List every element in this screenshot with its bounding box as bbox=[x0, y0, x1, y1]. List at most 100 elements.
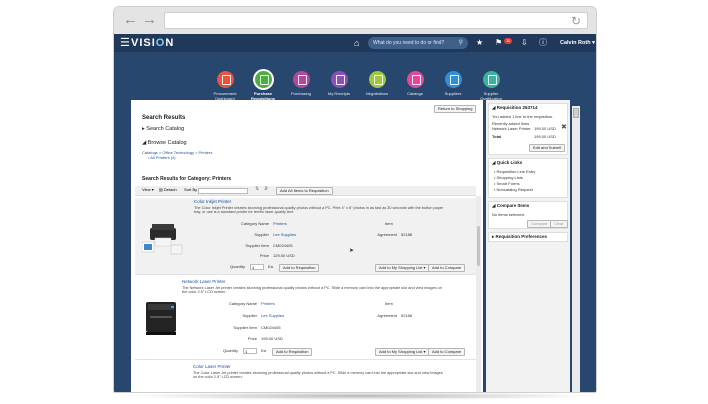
compare-button[interactable]: Compare bbox=[527, 220, 552, 228]
add-to-compare-button[interactable]: Add to Compare bbox=[428, 348, 466, 356]
category-label: Category Name bbox=[240, 221, 269, 226]
page-scrollbar[interactable] bbox=[572, 106, 580, 392]
add-to-compare-button[interactable]: Add to Compare bbox=[428, 264, 466, 272]
clear-button[interactable]: Clear bbox=[550, 220, 568, 228]
nav-purchasing[interactable]: Purchasing bbox=[283, 71, 319, 96]
quantity-input[interactable]: 1 bbox=[243, 348, 257, 354]
nav-negotiations[interactable]: Negotiations bbox=[359, 71, 395, 96]
suppliers-icon bbox=[444, 71, 462, 88]
results-scrollbar[interactable] bbox=[476, 196, 481, 392]
nav-procurement-dashboard[interactable]: Procurement Dashboard bbox=[207, 71, 243, 101]
qualification-icon bbox=[482, 71, 500, 88]
browser-window: ← → ↻ ☰ VISION ⌂ What do you need to do … bbox=[113, 6, 597, 393]
category-value[interactable]: Printers bbox=[273, 221, 287, 226]
delete-line-icon[interactable]: ✖ bbox=[561, 124, 567, 132]
page-scrollbar-thumb[interactable] bbox=[573, 108, 579, 118]
line-item-name: Network Laser Printer bbox=[492, 126, 531, 131]
supplier-value[interactable]: Lee Supplies bbox=[261, 313, 284, 318]
cart-icon bbox=[254, 71, 272, 88]
quantity-label: Quantity bbox=[223, 348, 238, 353]
price-value: 129.00 USD bbox=[273, 253, 295, 258]
quick-links-panel: ◢ Quick Links • Requisition Line Entry •… bbox=[488, 158, 568, 198]
add-to-requisition-button[interactable]: Add to Requisition bbox=[279, 264, 320, 272]
requisition-added-message: You added 1 line to the requisition. bbox=[492, 114, 554, 119]
search-catalog-toggle[interactable]: ▸ Search Catalog bbox=[142, 126, 184, 132]
search-icon[interactable]: ⚲ bbox=[459, 37, 463, 49]
requisition-preferences-toggle[interactable]: ▸ Requisition Preferences bbox=[492, 234, 547, 240]
compare-items-panel: ◢ Compare Items No items selected. Compa… bbox=[488, 201, 568, 229]
main-content: Return to Shopping Search Results ▸ Sear… bbox=[131, 100, 483, 392]
quick-link[interactable]: • Noncatalog Request bbox=[494, 187, 533, 193]
address-bar[interactable]: ↻ bbox=[164, 12, 588, 29]
item-label: Item bbox=[385, 221, 393, 226]
quantity-label: Quantity bbox=[230, 264, 245, 269]
app-logo[interactable]: VISION bbox=[131, 36, 174, 50]
detach-button[interactable]: ▤ Detach bbox=[159, 187, 177, 192]
requisition-title[interactable]: ◢ Requisition 263714 bbox=[492, 105, 538, 111]
line-item-price: 199.00 USD bbox=[534, 126, 556, 131]
back-arrow-icon[interactable]: ← bbox=[123, 12, 138, 28]
top-bar: ☰ VISION ⌂ What do you need to do or fin… bbox=[114, 34, 596, 52]
product-row[interactable]: Color Inkjet Printer The Color Inkjet Pr… bbox=[135, 198, 476, 275]
category-value[interactable]: Printers bbox=[261, 301, 275, 306]
results-scrollbar-thumb[interactable] bbox=[477, 226, 480, 266]
favorites-star-icon[interactable]: ★ bbox=[476, 37, 483, 49]
nav-my-receipts[interactable]: My Receipts bbox=[321, 71, 357, 96]
total-value: 199.00 USD bbox=[534, 134, 556, 139]
purchasing-icon bbox=[292, 71, 310, 88]
total-label: Total bbox=[492, 134, 502, 139]
reload-icon[interactable]: ↻ bbox=[571, 13, 581, 29]
receipts-icon bbox=[330, 71, 348, 88]
compare-items-title[interactable]: ◢ Compare Items bbox=[492, 203, 529, 209]
supplier-label: Supplier bbox=[242, 313, 257, 318]
requisition-panel: ◢ Requisition 263714 You added 1 line to… bbox=[488, 103, 568, 155]
product-row[interactable]: Color Laser Printer The Color Laser Jet … bbox=[135, 363, 476, 392]
item-label: Item bbox=[385, 301, 393, 306]
price-label: Price bbox=[247, 336, 257, 341]
agreement-value: 52188 bbox=[401, 232, 413, 237]
sort-descending-icon[interactable]: ⇵ bbox=[264, 186, 268, 193]
product-row[interactable]: Network Laser Printer The Network Laser … bbox=[135, 278, 476, 360]
nav-catalogs[interactable]: Catalogs bbox=[397, 71, 433, 96]
add-to-requisition-button[interactable]: Add to Requisition bbox=[272, 348, 313, 356]
help-icon[interactable]: ⓘ bbox=[539, 37, 547, 49]
product-description-continued: tray, or use is a standard printer for t… bbox=[194, 210, 294, 214]
app-area: ☰ VISION ⌂ What do you need to do or fin… bbox=[114, 34, 596, 392]
requisition-preferences-panel: ▸ Requisition Preferences bbox=[488, 232, 568, 242]
view-menu[interactable]: View ▾ bbox=[142, 187, 154, 192]
add-to-shopping-list-button[interactable]: Add to My Shopping List ▾ bbox=[375, 348, 430, 356]
browse-catalog-toggle[interactable]: ◢ Browse Catalog bbox=[142, 140, 187, 146]
nav-supplier-qualification[interactable]: Supplier Qualification bbox=[473, 71, 509, 101]
add-all-button[interactable]: Add All Items to Requisition bbox=[276, 187, 333, 195]
search-results-title: Search Results bbox=[142, 115, 186, 121]
edit-and-submit-button[interactable]: Edit and Submit bbox=[529, 144, 566, 152]
supplier-item-value: CM024405 bbox=[273, 243, 293, 248]
menu-icon[interactable]: ☰ bbox=[120, 37, 130, 49]
add-to-shopping-list-button[interactable]: Add to My Shopping List ▾ bbox=[375, 264, 430, 272]
results-heading: Search Results for Category: Printers bbox=[142, 176, 232, 182]
sort-by-select[interactable] bbox=[198, 188, 248, 194]
global-search-input[interactable]: What do you need to do or find? ⚲ bbox=[368, 37, 468, 49]
laser-printer-image bbox=[142, 298, 180, 338]
supplier-item-label: Supplier Item bbox=[245, 243, 269, 248]
return-to-shopping-button[interactable]: Return to Shopping bbox=[434, 105, 477, 113]
uom-label: Ea bbox=[261, 348, 266, 353]
sort-ascending-icon[interactable]: ⇅ bbox=[255, 186, 259, 193]
all-printers-link[interactable]: • All Printers (4) bbox=[148, 155, 176, 160]
product-name-link[interactable]: Color Inkjet Printer bbox=[194, 199, 231, 205]
inkjet-printer-image bbox=[141, 218, 183, 258]
product-name-link[interactable]: Network Laser Printer bbox=[182, 279, 226, 285]
supplier-value[interactable]: Lee Supplies bbox=[273, 232, 296, 237]
download-icon[interactable]: ⇩ bbox=[521, 37, 528, 49]
product-name-link[interactable]: Color Laser Printer bbox=[193, 364, 231, 370]
nav-suppliers[interactable]: Suppliers bbox=[435, 71, 471, 96]
quantity-input[interactable]: 1 bbox=[250, 264, 264, 270]
forward-arrow-icon[interactable]: → bbox=[142, 12, 157, 28]
nav-purchase-requisitions[interactable]: Purchase Requisitions bbox=[245, 71, 281, 101]
notifications-flag-icon[interactable]: ⚑ bbox=[495, 37, 502, 49]
user-menu[interactable]: Calvin Roth ▾ bbox=[560, 37, 595, 49]
price-value: 199.00 USD bbox=[261, 336, 283, 341]
quick-links-title[interactable]: ◢ Quick Links bbox=[492, 160, 522, 166]
home-icon[interactable]: ⌂ bbox=[354, 37, 359, 49]
catalogs-icon bbox=[406, 71, 424, 88]
